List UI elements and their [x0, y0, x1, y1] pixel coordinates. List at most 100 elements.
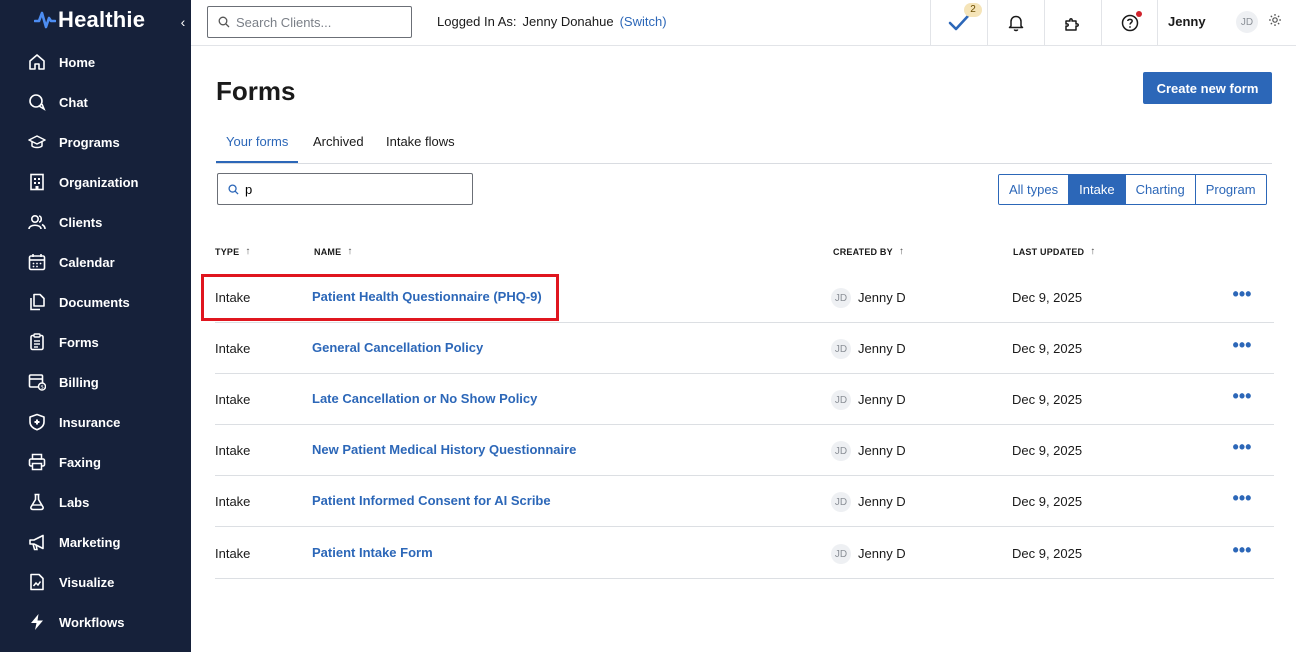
logo-text: Healthie: [58, 7, 146, 32]
form-updated-date: Dec 9, 2025: [1012, 392, 1083, 407]
sidebar-item-label: Calendar: [59, 254, 115, 270]
table-row[interactable]: Intake New Patient Medical History Quest…: [215, 425, 1274, 476]
search-icon: [228, 183, 239, 195]
chevron-left-icon[interactable]: ‹: [176, 13, 190, 31]
sidebar-item-label: Chat: [59, 94, 88, 110]
forms-filter[interactable]: [217, 173, 473, 205]
sidebar-item-label: Organization: [59, 174, 139, 190]
tasks-button[interactable]: 2: [930, 0, 987, 45]
sidebar-item-label: Marketing: [59, 534, 121, 550]
checkmark-icon: [948, 14, 970, 30]
column-header-type[interactable]: TYPE ↑: [215, 246, 251, 257]
form-name-link[interactable]: Late Cancellation or No Show Policy: [312, 391, 537, 406]
form-creator: Jenny D: [858, 392, 906, 407]
more-options-icon[interactable]: •••: [1231, 335, 1253, 359]
sidebar-item-faxing[interactable]: Faxing: [0, 442, 191, 482]
more-options-icon[interactable]: •••: [1231, 437, 1253, 461]
more-options-icon[interactable]: •••: [1231, 540, 1253, 564]
sidebar-item-labs[interactable]: Labs: [0, 482, 191, 522]
sidebar-item-documents[interactable]: Documents: [0, 282, 191, 322]
building-icon: [30, 173, 44, 191]
billing-icon: $: [28, 374, 46, 391]
form-type: Intake: [215, 546, 251, 561]
sidebar-item-forms[interactable]: Forms: [0, 322, 191, 362]
sidebar-item-billing[interactable]: $ Billing: [0, 362, 191, 402]
form-name-link[interactable]: General Cancellation Policy: [312, 340, 483, 355]
form-creator: Jenny D: [858, 443, 906, 458]
column-header-last-updated[interactable]: LAST UPDATED ↑: [1013, 246, 1095, 257]
sidebar-item-label: Insurance: [59, 414, 121, 430]
sort-arrow-icon: ↑: [898, 246, 905, 257]
sidebar-item-insurance[interactable]: Insurance: [0, 402, 191, 442]
sidebar-item-calendar[interactable]: Calendar: [0, 242, 191, 282]
more-options-icon[interactable]: •••: [1231, 386, 1253, 410]
healthie-logo[interactable]: Healthie: [34, 7, 145, 33]
forms-tabs: Your forms Archived Intake flows: [216, 129, 1272, 164]
logged-in-user: Jenny Donahue: [522, 14, 614, 29]
table-row[interactable]: Intake General Cancellation Policy JD Je…: [215, 323, 1274, 374]
table-row[interactable]: Intake Patient Health Questionnaire (PHQ…: [215, 272, 1274, 323]
more-options-icon[interactable]: •••: [1231, 284, 1253, 308]
form-creator: Jenny D: [858, 546, 906, 561]
sidebar-item-label: Clients: [59, 214, 103, 230]
sidebar-item-label: Forms: [59, 334, 99, 350]
column-header-created-by[interactable]: CREATED BY ↑: [833, 246, 904, 257]
users-icon: [28, 214, 46, 230]
logged-in-label: Logged In As:: [437, 14, 517, 29]
sidebar-item-label: Faxing: [59, 454, 101, 470]
forms-filter-input[interactable]: [245, 181, 445, 197]
filter-intake[interactable]: Intake: [1068, 175, 1125, 204]
filter-all-types[interactable]: All types: [999, 175, 1069, 204]
tab-archived[interactable]: Archived: [303, 134, 374, 163]
form-name-link[interactable]: Patient Informed Consent for AI Scribe: [312, 493, 551, 508]
sidebar-item-chat[interactable]: Chat: [0, 82, 191, 122]
form-type: Intake: [215, 290, 251, 305]
notifications-button[interactable]: [987, 0, 1044, 45]
column-header-label: NAME: [314, 246, 342, 257]
sidebar-item-workflows[interactable]: Workflows: [0, 602, 191, 642]
form-type-filter: All types Intake Charting Program: [998, 174, 1267, 205]
search-icon: [218, 16, 230, 28]
avatar: JD: [831, 390, 851, 410]
form-name-link[interactable]: New Patient Medical History Questionnair…: [312, 442, 576, 457]
avatar: JD: [831, 288, 851, 308]
create-new-form-button[interactable]: Create new form: [1143, 72, 1272, 104]
sort-arrow-icon: ↑: [1090, 246, 1096, 257]
filter-program[interactable]: Program: [1194, 175, 1266, 204]
client-search-input[interactable]: [236, 14, 396, 30]
form-type: Intake: [215, 443, 251, 458]
bell-icon: [1008, 15, 1024, 31]
integrations-button[interactable]: [1044, 0, 1101, 45]
table-row[interactable]: Intake Patient Intake Form JD Jenny D De…: [215, 528, 1274, 579]
table-row[interactable]: Intake Late Cancellation or No Show Poli…: [215, 374, 1274, 425]
sidebar-item-clients[interactable]: Clients: [0, 202, 191, 242]
help-button[interactable]: [1101, 0, 1158, 45]
column-header-label: CREATED BY: [833, 246, 893, 257]
more-options-icon[interactable]: •••: [1231, 488, 1253, 512]
top-bar: Logged In As: Jenny Donahue (Switch) 2 Jen…: [191, 0, 1296, 46]
sidebar-nav: Home Chat Programs Organization Clients …: [0, 42, 191, 642]
user-avatar[interactable]: JD: [1236, 11, 1258, 33]
documents-icon: [30, 293, 45, 311]
client-search[interactable]: [207, 6, 412, 38]
tab-intake-flows[interactable]: Intake flows: [376, 134, 465, 163]
sidebar: Healthie ‹ Home Chat Programs Organizati…: [0, 0, 191, 652]
sidebar-item-organization[interactable]: Organization: [0, 162, 191, 202]
user-menu-name[interactable]: Jenny: [1168, 14, 1206, 29]
form-creator: Jenny D: [858, 290, 906, 305]
sidebar-item-home[interactable]: Home: [0, 42, 191, 82]
column-header-name[interactable]: NAME ↑: [314, 246, 353, 257]
form-type: Intake: [215, 341, 251, 356]
form-name-link[interactable]: Patient Intake Form: [312, 545, 433, 560]
sidebar-item-programs[interactable]: Programs: [0, 122, 191, 162]
filter-charting[interactable]: Charting: [1124, 175, 1195, 204]
lightning-icon: [31, 614, 43, 630]
table-row[interactable]: Intake Patient Informed Consent for AI S…: [215, 476, 1274, 527]
form-name-link[interactable]: Patient Health Questionnaire (PHQ-9): [312, 289, 542, 304]
sidebar-item-marketing[interactable]: Marketing: [0, 522, 191, 562]
gear-icon[interactable]: [1268, 13, 1282, 27]
sidebar-item-visualize[interactable]: Visualize: [0, 562, 191, 602]
tab-your-forms[interactable]: Your forms: [216, 134, 299, 163]
form-creator: Jenny D: [858, 341, 906, 356]
switch-user-link[interactable]: (Switch): [620, 14, 667, 29]
